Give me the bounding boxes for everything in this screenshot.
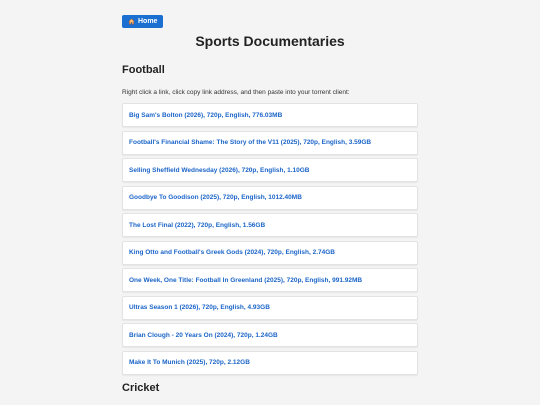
- list-item: Football's Financial Shame: The Story of…: [122, 130, 418, 155]
- torrent-link[interactable]: Brian Clough - 20 Years On (2024), 720p,…: [129, 332, 278, 339]
- home-button-label: Home: [138, 18, 158, 25]
- page-container: Home Sports Documentaries Football Right…: [122, 0, 418, 395]
- list-item: Ultras Season 1 (2026), 720p, English, 4…: [122, 295, 418, 320]
- torrent-link[interactable]: One Week, One Title: Football In Greenla…: [129, 277, 362, 284]
- list-item: Goodbye To Goodison (2025), 720p, Englis…: [122, 185, 418, 210]
- torrent-link[interactable]: Football's Financial Shame: The Story of…: [129, 139, 371, 146]
- torrent-link[interactable]: Ultras Season 1 (2026), 720p, English, 4…: [129, 304, 270, 311]
- torrent-link[interactable]: King Otto and Football's Greek Gods (202…: [129, 249, 335, 256]
- football-link-list: Big Sam's Bolton (2026), 720p, English, …: [122, 103, 418, 375]
- list-item: Big Sam's Bolton (2026), 720p, English, …: [122, 103, 418, 127]
- page-title: Sports Documentaries: [195, 33, 345, 49]
- instructions-text: Right click a link, click copy link addr…: [122, 89, 350, 96]
- list-item: Make It To Munich (2025), 720p, 2.12GB: [122, 350, 418, 375]
- house-icon: [128, 18, 135, 25]
- torrent-link[interactable]: Goodbye To Goodison (2025), 720p, Englis…: [129, 194, 302, 201]
- list-item: King Otto and Football's Greek Gods (202…: [122, 240, 418, 265]
- section-title-cricket: Cricket: [122, 381, 160, 394]
- torrent-link[interactable]: Big Sam's Bolton (2026), 720p, English, …: [129, 112, 282, 119]
- list-item: Brian Clough - 20 Years On (2024), 720p,…: [122, 323, 418, 347]
- list-item: One Week, One Title: Football In Greenla…: [122, 268, 418, 292]
- list-item: The Lost Final (2022), 720p, English, 1.…: [122, 213, 418, 237]
- torrent-link[interactable]: Make It To Munich (2025), 720p, 2.12GB: [129, 359, 250, 366]
- torrent-link[interactable]: Selling Sheffield Wednesday (2026), 720p…: [129, 167, 310, 174]
- section-title-football: Football: [122, 64, 165, 76]
- list-item: Selling Sheffield Wednesday (2026), 720p…: [122, 158, 418, 182]
- home-button[interactable]: Home: [122, 15, 164, 28]
- torrent-link[interactable]: The Lost Final (2022), 720p, English, 1.…: [129, 222, 265, 229]
